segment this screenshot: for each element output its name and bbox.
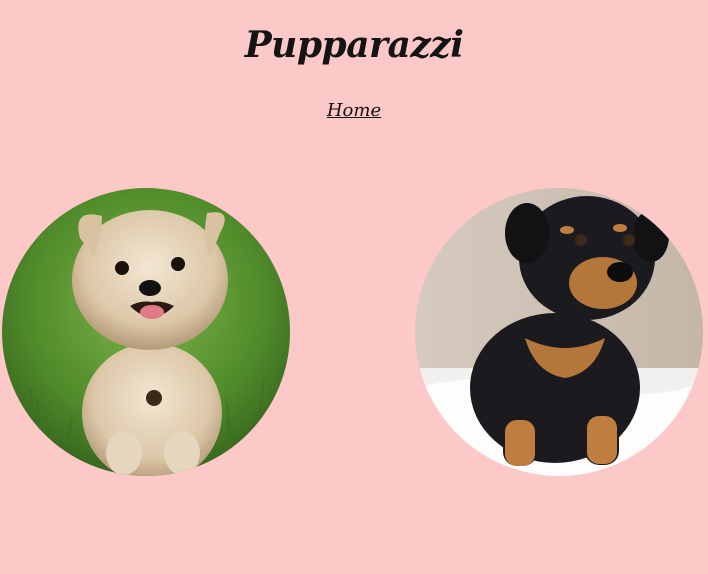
rottweiler-image bbox=[415, 188, 703, 476]
nav-link-home[interactable]: Home bbox=[327, 100, 381, 121]
site-title: Pupparazzi bbox=[244, 24, 464, 66]
puppy-photo-terrier[interactable] bbox=[2, 188, 290, 476]
main-nav: Home bbox=[0, 100, 708, 121]
puppy-photo-rottweiler[interactable] bbox=[415, 188, 703, 476]
terrier-image bbox=[2, 188, 290, 476]
